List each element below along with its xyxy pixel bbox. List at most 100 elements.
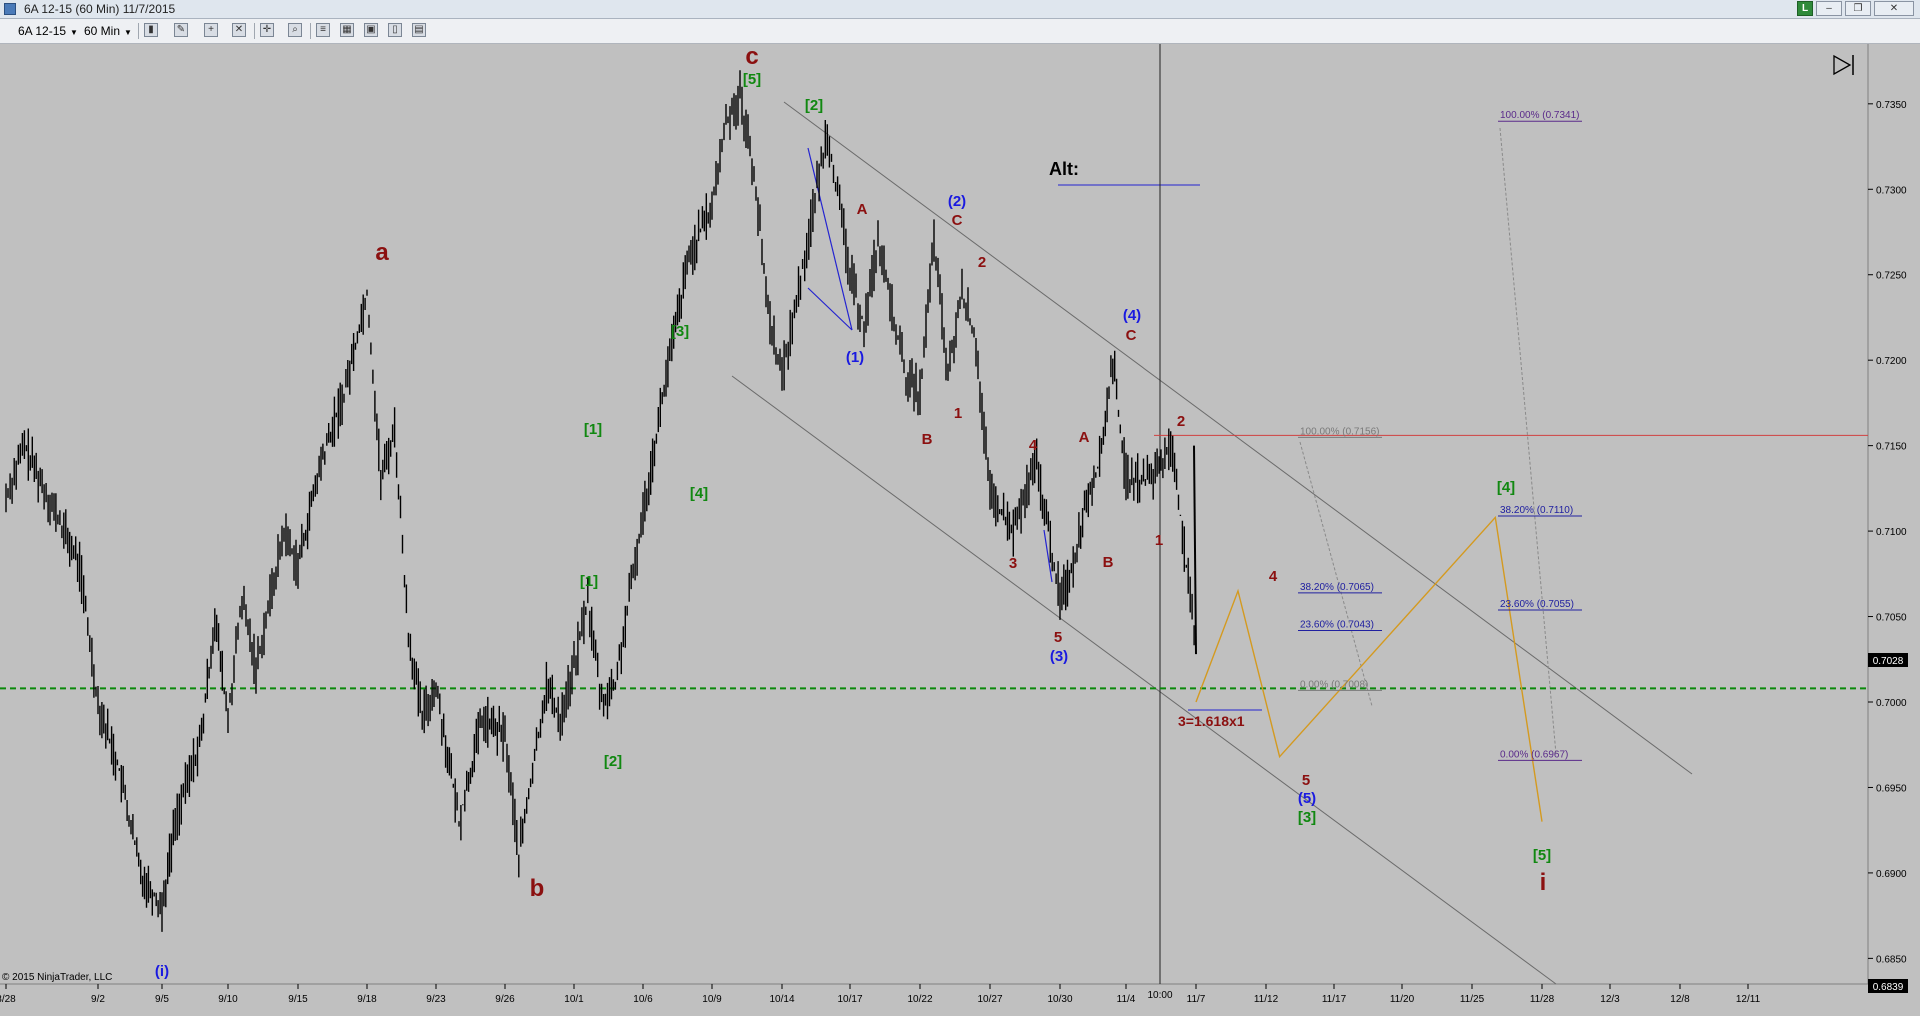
y-tick-label: 0.7100	[1876, 527, 1907, 538]
wave-label: 4	[1269, 568, 1278, 585]
instrument-label: 6A 12-15	[18, 24, 67, 38]
cursor-time-label: 10:00	[1147, 990, 1172, 1001]
x-tick-label: 12/3	[1600, 994, 1620, 1005]
x-tick-label: 11/28	[1530, 994, 1555, 1005]
window-controls: L – ❐ ✕	[1797, 1, 1914, 16]
bar-type-icon[interactable]: ▮	[144, 23, 158, 37]
y-tick-label: 0.7250	[1876, 271, 1907, 282]
wave-label: [5]	[1533, 847, 1551, 864]
x-tick-label: 9/23	[426, 994, 446, 1005]
wave-label: (5)	[1298, 790, 1316, 807]
wave-label: (4)	[1123, 307, 1141, 324]
wave-label: B	[922, 431, 933, 448]
bottom-price-marker: 0.6839	[1868, 979, 1908, 993]
x-tick-label: 9/10	[218, 994, 238, 1005]
wave-label: 4	[1029, 437, 1038, 454]
x-tick-label: 10/17	[837, 994, 862, 1005]
fib-label: 38.20% (0.7065)	[1300, 582, 1374, 593]
zoom-icon[interactable]: ⌕	[288, 23, 302, 37]
toolbar-divider	[254, 23, 255, 39]
window-title: 6A 12-15 (60 Min) 11/7/2015	[24, 2, 176, 16]
fib-label: 38.20% (0.7110)	[1500, 505, 1573, 516]
y-tick-label: 0.7050	[1876, 613, 1907, 624]
y-tick-label: 0.7150	[1876, 442, 1907, 453]
x-tick-label: 9/2	[91, 994, 105, 1005]
price-axis: 0.7350 0.7300 0.7250 0.7200 0.7150 0.7100 0.70…	[1868, 100, 1907, 965]
wave-label: 5	[1302, 772, 1310, 789]
wave-label: B	[1103, 554, 1114, 571]
x-tick-label: 10/1	[564, 994, 584, 1005]
strategy-icon[interactable]: ✕	[232, 23, 246, 37]
wave-label: 3	[1009, 555, 1017, 572]
instrument-selector[interactable]: 6A 12-15 ▼	[18, 22, 78, 40]
y-tick-label: 0.7000	[1876, 698, 1907, 709]
fib-label: 100.00% (0.7156)	[1300, 426, 1380, 437]
y-tick-label: 0.6900	[1876, 869, 1907, 880]
toolbar-divider	[138, 23, 139, 39]
x-tick-label: 11/12	[1254, 994, 1279, 1005]
crosshair-icon[interactable]: ✛	[260, 23, 274, 37]
wave-label: [5]	[743, 71, 761, 88]
wave-label: a	[375, 239, 389, 266]
link-badge[interactable]: L	[1797, 1, 1813, 16]
fib-label: 23.60% (0.7055)	[1500, 599, 1574, 610]
wave-label: (3)	[1050, 648, 1068, 665]
toolbar-divider	[310, 23, 311, 39]
x-tick-label: 11/20	[1390, 994, 1415, 1005]
fib-label: 0.00% (0.7008)	[1300, 679, 1368, 690]
chart-toolbar: 6A 12-15 ▼ 60 Min ▼ ▮ ✎ + ✕ ✛ ⌕ ≡ ▦ ▣ ▯ ▤	[0, 19, 1920, 44]
price-chart[interactable]: 100.00% (0.7156) 38.20% (0.7065) 23.60% (0…	[0, 44, 1920, 1016]
last-price-marker: 0.7028	[1868, 653, 1908, 667]
wave-label: [4]	[1497, 479, 1515, 496]
x-tick-label: 10/30	[1047, 994, 1072, 1005]
screenshot-icon[interactable]: ▣	[364, 23, 378, 37]
chevron-down-icon: ▼	[124, 28, 132, 37]
x-tick-label: 9/26	[495, 994, 515, 1005]
restore-button[interactable]: ❐	[1845, 1, 1871, 16]
pencil-icon[interactable]: ✎	[174, 23, 188, 37]
wave-label: (1)	[846, 349, 864, 366]
data-box-icon[interactable]: ▦	[340, 23, 354, 37]
panel-icon[interactable]: ▤	[412, 23, 426, 37]
x-tick-label: 11/17	[1322, 994, 1347, 1005]
wave-label: [2]	[805, 97, 823, 114]
wave-label: [3]	[671, 323, 689, 340]
wave-label: 2	[1177, 413, 1185, 430]
x-tick-label: 11/25	[1460, 994, 1485, 1005]
fib-label: 100.00% (0.7341)	[1500, 110, 1580, 121]
indicator-icon[interactable]: +	[204, 23, 218, 37]
x-tick-label: 9/15	[288, 994, 308, 1005]
close-button[interactable]: ✕	[1874, 1, 1914, 16]
x-tick-label: 11/4	[1117, 994, 1136, 1005]
chart-panel[interactable]: 100.00% (0.7156) 38.20% (0.7065) 23.60% (0…	[0, 44, 1920, 1016]
y-tick-label: 0.7200	[1876, 356, 1907, 367]
wave-label: [4]	[690, 485, 708, 502]
x-tick-label: 10/14	[769, 994, 794, 1005]
wave-label: (i)	[155, 963, 169, 980]
wave-label: [1]	[580, 573, 598, 590]
wave-label: 1	[954, 405, 962, 422]
interval-selector[interactable]: 60 Min ▼	[84, 22, 132, 40]
window-titlebar[interactable]: 6A 12-15 (60 Min) 11/7/2015 L – ❐ ✕	[0, 0, 1920, 19]
minimize-button[interactable]: –	[1816, 1, 1842, 16]
y-tick-label: 0.6950	[1876, 783, 1907, 794]
wave-label: [3]	[1298, 809, 1316, 826]
wave-label: A	[857, 201, 868, 218]
wave-label: (2)	[948, 193, 966, 210]
wave-label: [1]	[584, 421, 602, 438]
fib-label: 23.60% (0.7043)	[1300, 620, 1374, 631]
interval-label: 60 Min	[84, 24, 121, 38]
copy-icon[interactable]: ▯	[388, 23, 402, 37]
properties-icon[interactable]: ≡	[316, 23, 330, 37]
cursor-time-marker: 10:00	[1141, 987, 1179, 1001]
app-icon	[4, 3, 16, 15]
chevron-down-icon: ▼	[70, 28, 78, 37]
x-tick-label: 9/5	[155, 994, 169, 1005]
plot-area[interactable]	[0, 44, 1868, 984]
wave-label: 5	[1054, 629, 1062, 646]
x-tick-label: 12/8	[1670, 994, 1690, 1005]
time-axis: 8/28 9/2 9/5 9/10 9/15 9/18 9/23 9/26 10/1 10/6 10…	[0, 984, 1761, 1005]
wave-label: i	[1540, 869, 1547, 896]
wave-label: 1	[1155, 532, 1163, 549]
wave-label: b	[530, 875, 545, 902]
